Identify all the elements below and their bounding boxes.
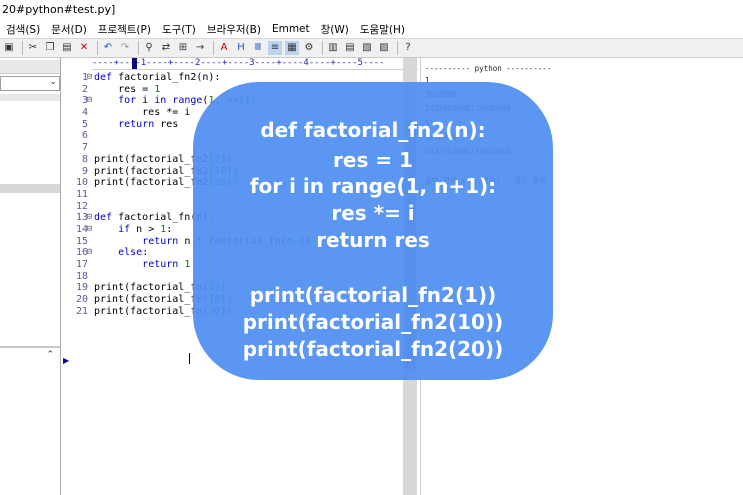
line-number: 11 [75,188,88,200]
toolbar-separator [322,41,323,55]
window-title: 20#python#test.py] [0,0,743,20]
line-number: 4 [81,107,88,119]
menu-document[interactable]: 문서(D) [51,22,87,37]
line-number: 9 [81,165,88,177]
ruler-column-marker [132,58,137,69]
redo-icon[interactable]: ↷ [118,41,132,55]
toolbar-separator [397,41,398,55]
column-icon[interactable]: Ⅲ [251,41,265,55]
chevron-up-icon[interactable]: ⌃ [46,350,54,360]
font-icon[interactable]: A [217,41,231,55]
overlay-code-line: print(factorial_fn2(20)) [242,337,504,361]
line-number: 8 [81,153,88,165]
toolbar-separator [138,41,139,55]
menu-window[interactable]: 창(W) [321,22,349,37]
overlay-code-line: def factorial_fn2(n): [260,118,486,142]
chevron-down-icon[interactable]: ⌄ [49,77,57,87]
line-number: 19 [75,282,88,294]
line-number: 17 [75,259,88,270]
pane-splitter[interactable] [0,346,60,348]
line-number: 14 ⊟ [75,223,92,236]
goto-icon[interactable]: → [193,41,207,55]
line-number: 10 [75,177,88,189]
paste-icon[interactable]: ▤ [60,41,74,55]
toolbar: ▣ ✂ ❐ ▤ ✕ ↶ ↷ ⚲ ⇄ ⊞ → A H Ⅲ ≡ ▦ ⚙ ▥ ▤ ▧ … [0,38,743,58]
output-header: ---------- python ---------- [425,64,552,73]
toolbar-separator [213,41,214,55]
find-in-files-icon[interactable]: ⊞ [176,41,190,55]
help-icon[interactable]: ? [401,41,415,55]
overlay-code-line: for i in range(1, n+1): [249,174,497,198]
grid-icon[interactable]: ▦ [285,41,299,55]
menu-bar: 검색(S) 문서(D) 프로젝트(P) 도구(T) 브라우저(B) Emmet … [0,20,743,38]
overlay-code-line: return res [316,228,430,252]
line-number: 13 ⊟ [75,212,92,224]
folder-select[interactable]: ⌄ [0,76,60,91]
overlay-code-line: print(factorial_fn2(1)) [249,283,497,307]
overlay-code-line: print(factorial_fn2(10)) [242,310,504,334]
line-number-gutter: 1 ⊟ 2 3 ⊟ 4 5 6 7 8 9 10 11 12 13 ⊟ 14 ⊟ 15 16 ⊟ 17 18 19 20 21 [62,72,92,317]
fold-toggle-icon[interactable]: ⊟ [86,72,92,84]
cut-icon[interactable]: ✂ [26,41,40,55]
find-icon[interactable]: ⚲ [142,41,156,55]
line-number: 5 [81,118,88,130]
menu-search[interactable]: 검색(S) [6,22,40,37]
wrap-icon[interactable]: ≡ [268,41,282,55]
fold-toggle-icon[interactable]: ⊟ [86,212,92,224]
save-icon[interactable]: ▣ [2,41,16,55]
menu-help[interactable]: 도움말(H) [360,22,405,37]
current-line-arrow-icon: ▶ [63,356,70,365]
fold-toggle-icon[interactable]: ⊟ [86,95,92,107]
overlay-code-line: res *= i [331,201,415,225]
panel-left-icon[interactable]: ▥ [326,41,340,55]
line-number: 7 [81,142,88,154]
heading-icon[interactable]: H [234,41,248,55]
copy-icon[interactable]: ❐ [43,41,57,55]
panel-output-icon[interactable]: ▤ [343,41,357,55]
panel-split-icon[interactable]: ▨ [377,41,391,55]
tree-item-selected[interactable] [0,184,60,193]
column-ruler: ----+----1----+----2----+----3----+----4… [92,58,418,70]
file-browser-pane: ⌄ ⌃ [0,58,61,495]
overlay-code-line: res = 1 [333,148,413,172]
line-number: 1 ⊟ [81,72,92,84]
undo-icon[interactable]: ↶ [101,41,115,55]
menu-project[interactable]: 프로젝트(P) [98,22,151,37]
line-number: 6 [81,130,88,142]
toolbar-separator [97,41,98,55]
line-number: 15 [75,235,88,247]
line-number: 18 [75,270,88,282]
menu-tools[interactable]: 도구(T) [162,22,196,37]
line-number: 3 ⊟ [81,95,92,107]
text-cursor [189,353,190,364]
settings-icon[interactable]: ⚙ [302,41,316,55]
pane-header [0,60,60,74]
line-number: 12 [75,200,88,212]
menu-emmet[interactable]: Emmet [272,23,310,35]
replace-icon[interactable]: ⇄ [159,41,173,55]
line-number: 2 [81,83,88,95]
fold-toggle-icon[interactable]: ⊟ [86,247,92,259]
toolbar-separator [22,41,23,55]
fold-toggle-icon[interactable]: ⊟ [86,224,92,236]
line-number: 20 [75,294,88,306]
tree-item[interactable] [0,94,60,101]
delete-icon[interactable]: ✕ [77,41,91,55]
panel-right-icon[interactable]: ▧ [360,41,374,55]
menu-browser[interactable]: 브라우저(B) [207,22,261,37]
line-number: 16 ⊟ [75,247,92,259]
line-number: 21 [75,305,88,317]
